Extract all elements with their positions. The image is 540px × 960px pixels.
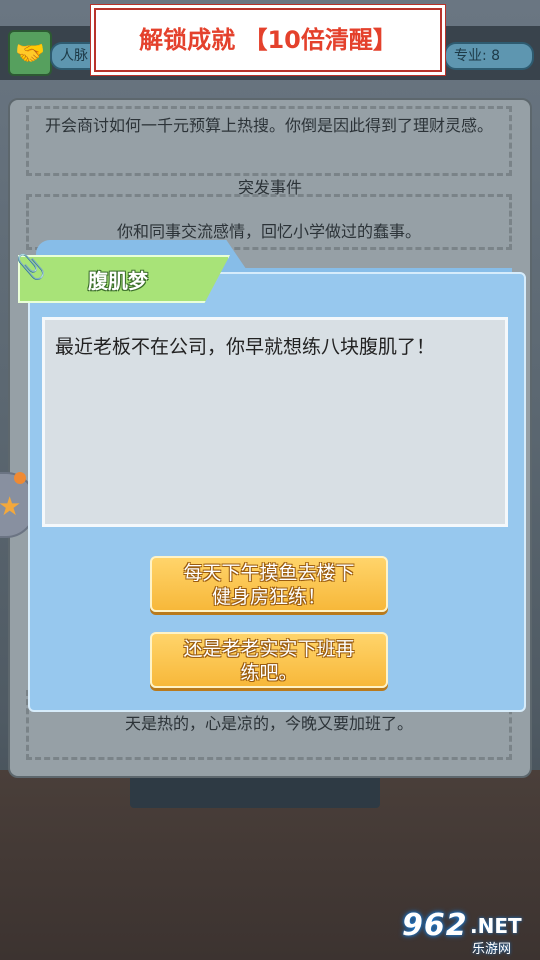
choice-label: 还是老老实实下班再 练吧。 [183, 638, 355, 684]
watermark-net: .NET [470, 914, 522, 938]
log-entry-text: 你和同事交流感情，回忆小学做过的蠢事。 [116, 222, 421, 241]
watermark-number: 962 [402, 908, 468, 943]
site-watermark: 962 .NET 乐游网 [398, 908, 538, 958]
dialog-body-text: 最近老板不在公司，你早就想练八块腹肌了！ [55, 336, 436, 358]
paperclip-icon: 📎 [16, 253, 46, 281]
achievement-text: 解锁成就 【10倍清醒】 [139, 26, 397, 54]
log-entry: 开会商讨如何一千元预算上热搜。你倒是因此得到了理财灵感。 [26, 106, 512, 176]
star-icon: ★ [0, 492, 22, 522]
dialog-body: 最近老板不在公司，你早就想练八块腹肌了！ [42, 317, 508, 527]
skill-stat-pill: 专业: 8 [444, 42, 534, 70]
log-entry-text: 开会商讨如何一千元预算上热搜。你倒是因此得到了理财灵感。 [44, 116, 493, 135]
choice-label: 每天下午摸鱼去楼下 健身房狂练！ [183, 562, 355, 608]
choice-button-2[interactable]: 还是老老实实下班再 练吧。 [150, 632, 388, 688]
achievement-banner: 解锁成就 【10倍清醒】 [94, 8, 442, 72]
watermark-site-name: 乐游网 [472, 942, 512, 957]
dialog-title-tab: 腹肌梦 [18, 255, 230, 303]
choice-button-1[interactable]: 每天下午摸鱼去楼下 健身房狂练！ [150, 556, 388, 612]
log-entry-text: 天是热的，心是凉的，今晚又要加班了。 [124, 714, 413, 733]
notification-dot [14, 472, 26, 484]
handshake-icon[interactable]: 🤝 [8, 30, 52, 76]
dialog-title: 腹肌梦 [88, 269, 148, 293]
